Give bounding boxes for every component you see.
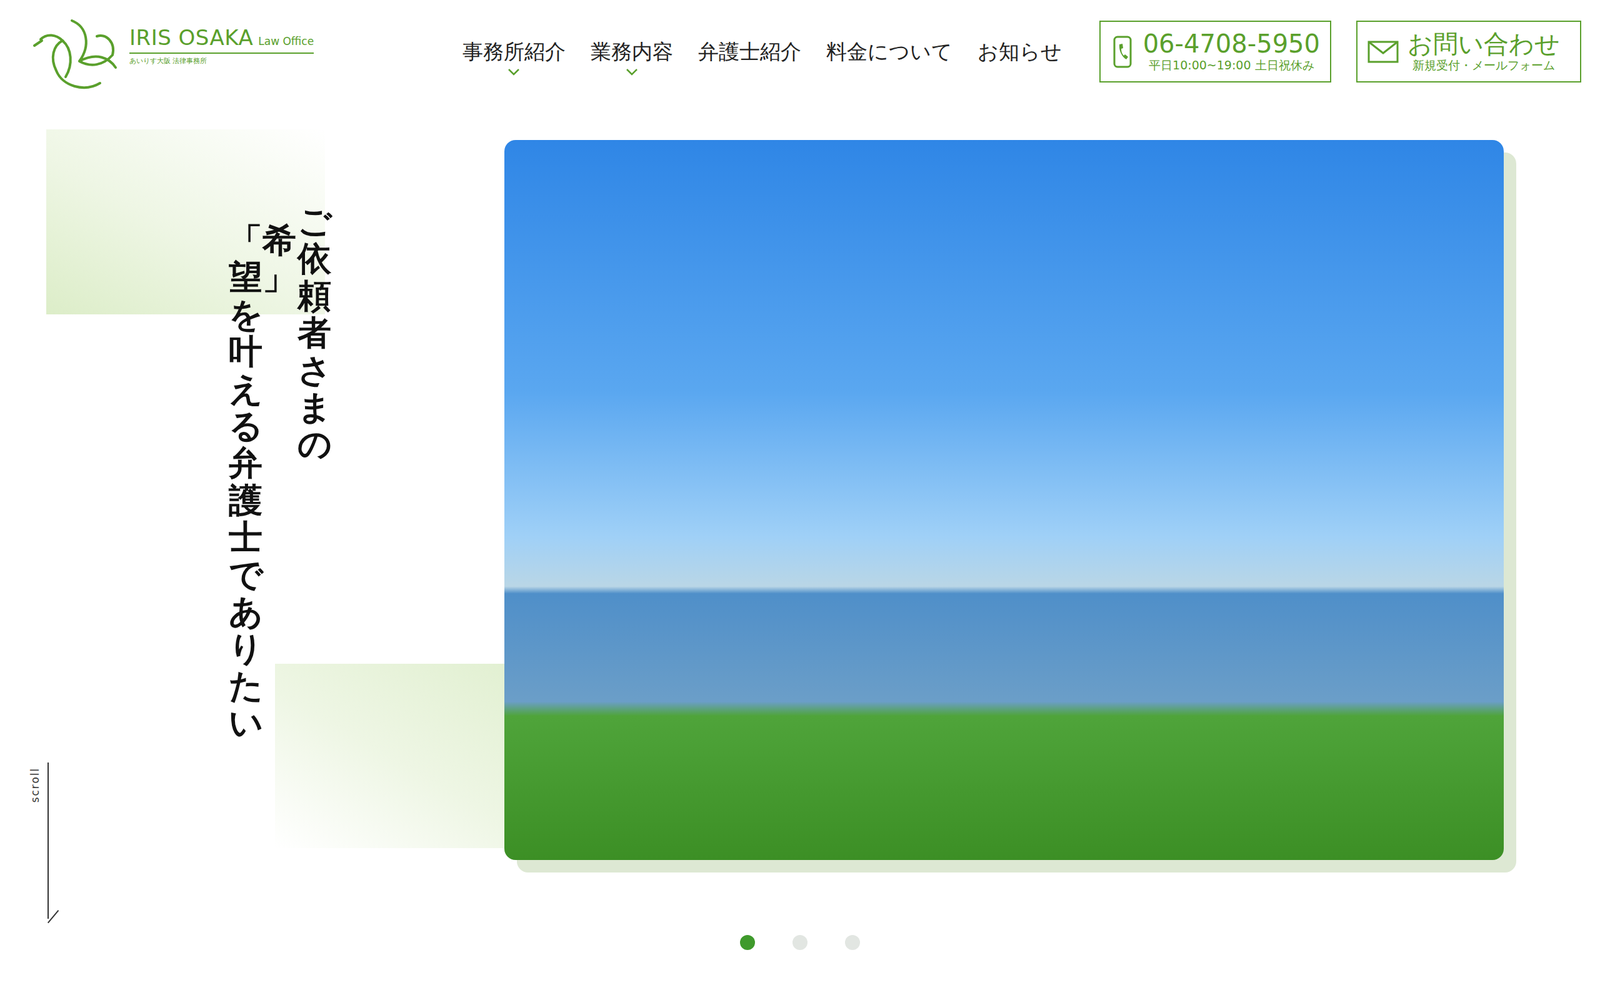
bird-logo-icon (28, 8, 122, 96)
logo-suffix: Law Office (258, 35, 314, 48)
phone-text: 06-4708-5950平日10:00~19:00 土日祝休み (1143, 30, 1320, 74)
chevron-down-icon (625, 67, 639, 77)
nav-item[interactable]: お知らせ (977, 26, 1062, 77)
hero-image-frame (504, 140, 1504, 860)
contact-sub: 新規受付・メールフォーム (1412, 57, 1555, 74)
nav-item[interactable]: 料金について (826, 26, 953, 77)
phone-hours: 平日10:00~19:00 土日祝休み (1148, 57, 1314, 74)
slider-dots (0, 935, 1600, 950)
phone-number: 06-4708-5950 (1143, 30, 1320, 58)
chevron-down-icon (506, 67, 521, 77)
slider-dot[interactable] (792, 935, 808, 950)
nav-item[interactable]: 業務内容 (590, 26, 674, 77)
nav-label: 料金について (826, 38, 953, 67)
slider-dot[interactable] (740, 935, 755, 950)
phone-icon (1110, 35, 1135, 69)
nav-item[interactable]: 弁護士紹介 (698, 26, 802, 77)
scroll-line (47, 762, 49, 919)
nav-item[interactable]: 事務所紹介 (462, 26, 566, 77)
logo-text: IRIS OSAKA Law Office あいりす大阪 法律事務所 (129, 25, 314, 66)
hero-copy: 「希望」を叶える弁護士でありたいご依頼者さまの (0, 140, 505, 875)
hero-decoration (46, 129, 325, 315)
logo-subtitle: あいりす大阪 法律事務所 (129, 56, 314, 66)
nav-label: 事務所紹介 (462, 38, 566, 67)
hero: 「希望」を叶える弁護士でありたいご依頼者さまのscroll (0, 103, 1600, 875)
scroll-label: scroll (28, 767, 42, 804)
nav-label: 業務内容 (590, 38, 674, 67)
nav-label: お知らせ (977, 38, 1062, 67)
hero-decoration (275, 663, 505, 849)
logo-title: IRIS OSAKA Law Office (129, 25, 314, 54)
hero-photo (504, 140, 1504, 860)
contact-label: お問い合わせ (1407, 30, 1560, 58)
hero-line: 「希望」を叶える弁護士でありたい (228, 221, 263, 742)
phone-button[interactable]: 06-4708-5950平日10:00~19:00 土日祝休み (1099, 20, 1332, 83)
contact-button[interactable]: お問い合わせ新規受付・メールフォーム (1356, 20, 1582, 83)
scroll-arrow (47, 910, 59, 924)
site-header: IRIS OSAKA Law Office あいりす大阪 法律事務所 事務所紹介業務内… (0, 0, 1600, 104)
nav-label: 弁護士紹介 (698, 38, 802, 67)
hero-line: ご依頼者さまの (297, 203, 332, 464)
logo[interactable]: IRIS OSAKA Law Office あいりす大阪 法律事務所 (28, 8, 314, 96)
main-nav: 事務所紹介業務内容弁護士紹介料金についてお知らせ (462, 26, 1062, 77)
mail-icon (1367, 39, 1399, 65)
contact-text: お問い合わせ新規受付・メールフォーム (1407, 30, 1560, 74)
logo-name: IRIS OSAKA (129, 25, 254, 50)
slider-dot[interactable] (845, 935, 860, 950)
scroll-indicator[interactable]: scroll (25, 762, 63, 925)
